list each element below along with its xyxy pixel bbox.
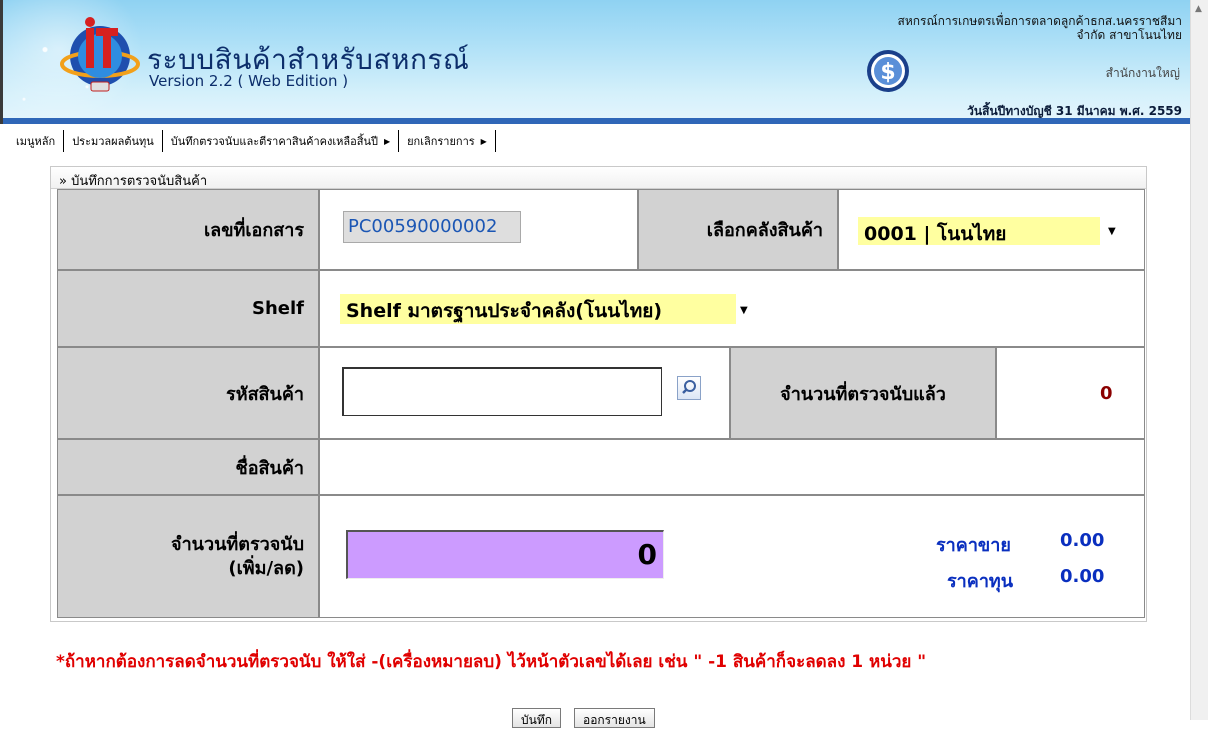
main-menu: เมนูหลัก ประมวลผลต้นทุน บันทึกตรวจนับและ… [8, 130, 496, 152]
app-header: ระบบสินค้าสำหรับสหกรณ์ Version 2.2 ( Web… [0, 0, 1190, 124]
menu-item-label: บันทึกตรวจนับและตีราคาสินค้าคงเหลือสิ้นป… [170, 135, 378, 148]
menu-item-stock-count[interactable]: บันทึกตรวจนับและตีราคาสินค้าคงเหลือสิ้นป… [163, 130, 400, 152]
menu-item-label: ยกเลิกรายการ [407, 135, 475, 148]
doc-no-label: เลขที่เอกสาร [57, 189, 319, 270]
scroll-up-icon[interactable]: ▲ [1195, 4, 1202, 14]
qty-label-line2: (เพิ่ม/ลด) [228, 557, 304, 579]
report-button[interactable]: ออกรายงาน [574, 708, 655, 728]
menu-item-label: เมนูหลัก [16, 135, 56, 148]
warehouse-select[interactable]: 0001 | โนนไทย [858, 217, 1100, 245]
dollar-coin-icon: $ [867, 50, 909, 92]
qty-input[interactable]: 0 [346, 530, 664, 579]
dropdown-caret-icon[interactable]: ▼ [1108, 226, 1116, 237]
dropdown-caret-icon[interactable]: ▼ [740, 305, 748, 316]
qty-label-line1: จำนวนที่ตรวจนับ [171, 533, 304, 555]
product-name-cell [319, 439, 1145, 495]
cost-price-value: 0.00 [1060, 566, 1105, 587]
checked-count-value: 0 [1100, 383, 1113, 404]
coop-name-line1: สหกรณ์การเกษตรเพื่อการตลาดลูกค้าธกส.นครร… [897, 14, 1182, 28]
search-button[interactable] [677, 376, 701, 400]
app-version: Version 2.2 ( Web Edition ) [149, 72, 349, 90]
instruction-note: *ถ้าหากต้องการลดจำนวนที่ตรวจนับ ให้ใส่ -… [56, 652, 927, 672]
caret-right-icon: ▶ [383, 136, 391, 146]
qty-label: จำนวนที่ตรวจนับ (เพิ่ม/ลด) [57, 495, 319, 618]
app-logo-icon [60, 17, 140, 92]
checked-count-cell [996, 347, 1145, 439]
checked-count-label: จำนวนที่ตรวจนับแล้ว [730, 347, 996, 439]
sale-price-label: ราคาขาย [936, 535, 1011, 556]
search-icon [682, 380, 696, 394]
vertical-scrollbar[interactable]: ▲ [1190, 0, 1208, 720]
cost-price-label: ราคาทุน [947, 571, 1014, 592]
office-name: สำนักงานใหญ่ [1105, 66, 1180, 80]
panel-title: » บันทึกการตรวจนับสินค้า [51, 167, 1146, 189]
coop-name-line2: จำกัด สาขาโนนไทย [1076, 28, 1182, 42]
save-button[interactable]: บันทึก [512, 708, 561, 728]
menu-item-cost-processing[interactable]: ประมวลผลต้นทุน [64, 130, 163, 152]
sale-price-value: 0.00 [1060, 530, 1105, 551]
svg-text:$: $ [880, 60, 895, 85]
menu-item-cancel[interactable]: ยกเลิกรายการ ▶ [399, 130, 496, 152]
header-bar [3, 118, 1190, 124]
doc-no-field[interactable]: PC00590000002 [343, 211, 521, 243]
warehouse-label: เลือกคลังสินค้า [638, 189, 838, 270]
caret-right-icon: ▶ [480, 136, 487, 146]
product-code-label: รหัสสินค้า [57, 347, 319, 439]
shelf-select[interactable]: Shelf มาตรฐานประจำคลัง(โนนไทย) [340, 294, 736, 324]
shelf-label: Shelf [57, 270, 319, 347]
coop-name: สหกรณ์การเกษตรเพื่อการตลาดลูกค้าธกส.นครร… [898, 14, 1182, 42]
menu-item-label: ประมวลผลต้นทุน [72, 135, 154, 148]
product-name-label: ชื่อสินค้า [57, 439, 319, 495]
product-code-input[interactable] [342, 367, 662, 416]
menu-item-main[interactable]: เมนูหลัก [8, 130, 65, 152]
